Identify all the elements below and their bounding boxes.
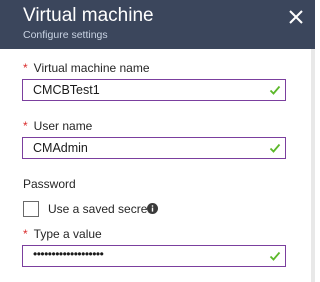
user-name-value: CMAdmin <box>33 141 88 155</box>
scrollbar[interactable] <box>311 49 315 282</box>
blade-header: Virtual machine Configure settings <box>0 0 315 49</box>
info-icon[interactable] <box>147 203 158 214</box>
close-icon[interactable] <box>285 6 307 28</box>
saved-secret-label: Use a saved secret <box>48 202 151 216</box>
password-value: ••••••••••••••••••• <box>33 247 104 261</box>
required-marker: * <box>23 119 28 133</box>
blade-subtitle: Configure settings <box>23 29 108 41</box>
required-marker: * <box>23 61 28 75</box>
vm-name-label: * Virtual machine name <box>23 61 150 75</box>
check-icon <box>269 85 281 95</box>
check-icon <box>269 143 281 153</box>
password-input[interactable]: ••••••••••••••••••• <box>22 245 286 267</box>
saved-secret-checkbox[interactable] <box>23 201 39 217</box>
vm-name-value: CMCBTest1 <box>33 83 100 97</box>
user-name-label: * User name <box>23 119 93 133</box>
type-value-label: * Type a value <box>23 227 102 241</box>
user-name-input[interactable]: CMAdmin <box>22 137 286 159</box>
required-marker: * <box>23 227 28 241</box>
blade-title: Virtual machine <box>23 5 154 26</box>
check-icon <box>269 251 281 261</box>
password-section-label: Password <box>23 177 76 191</box>
vm-name-input[interactable]: CMCBTest1 <box>22 79 286 101</box>
